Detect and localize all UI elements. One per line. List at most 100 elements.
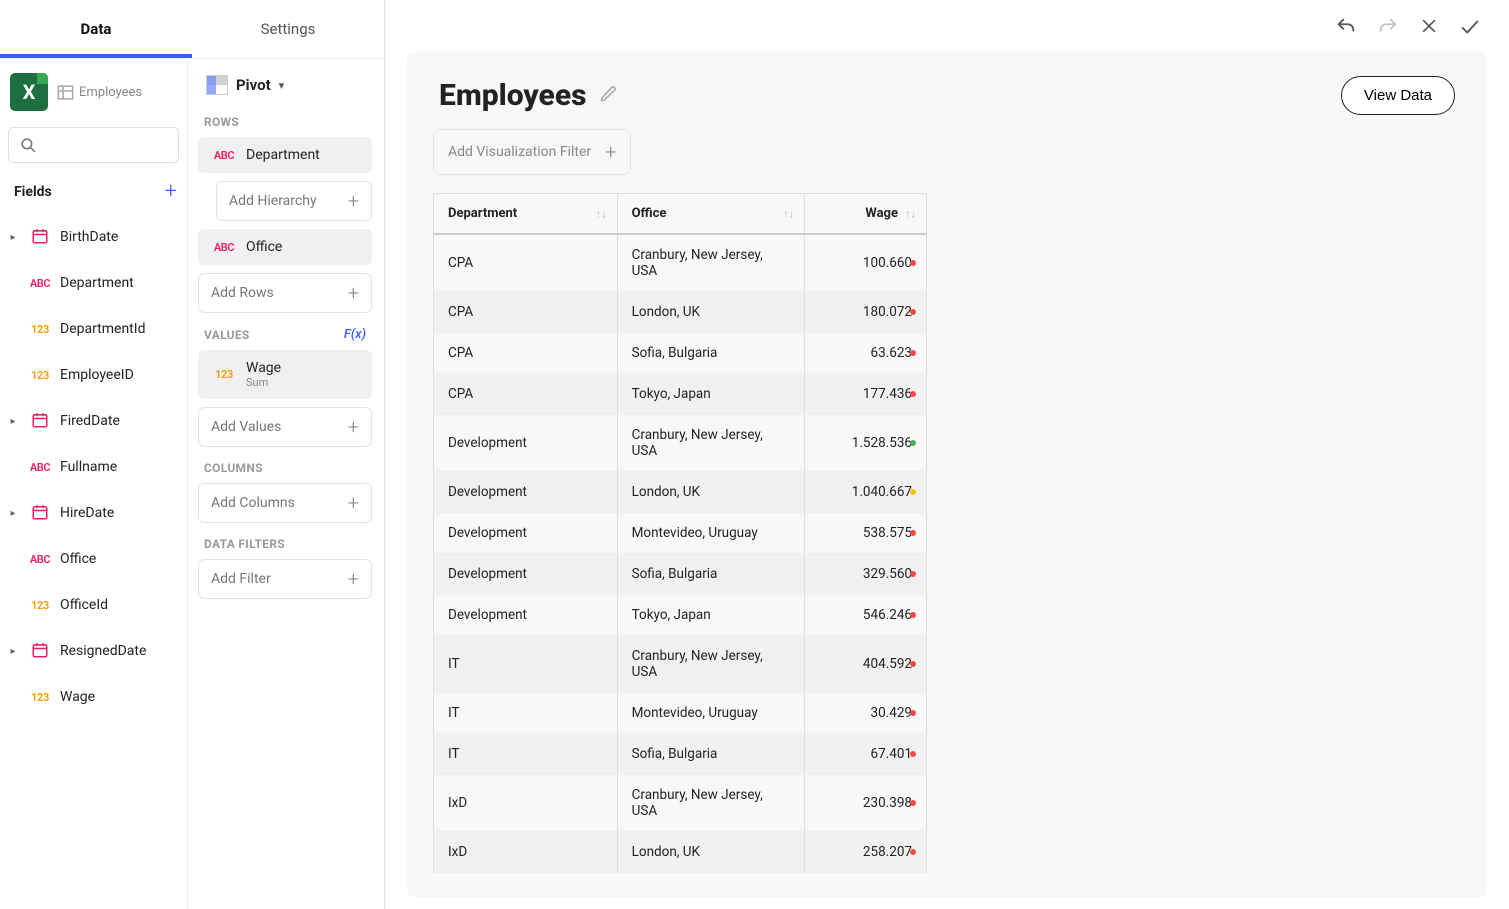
chevron-down-icon: ▾ xyxy=(279,79,285,92)
sort-icon[interactable]: ↑↓ xyxy=(596,207,607,220)
cell-department: Development xyxy=(434,513,618,554)
table-row[interactable]: ITMontevideo, Uruguay30.429 xyxy=(434,693,927,734)
status-dot-icon xyxy=(910,440,916,446)
field-label: EmployeeID xyxy=(60,367,134,383)
table-row[interactable]: ITSofia, Bulgaria67.401 xyxy=(434,734,927,775)
type-123-icon: 123 xyxy=(210,368,238,381)
table-row[interactable]: CPASofia, Bulgaria63.623 xyxy=(434,333,927,374)
cell-office: Sofia, Bulgaria xyxy=(617,554,805,595)
tab-data[interactable]: Data xyxy=(0,0,192,58)
plus-icon: + xyxy=(348,189,359,213)
table-row[interactable]: CPALondon, UK180.072 xyxy=(434,292,927,333)
col-header-wage[interactable]: Wage ↑↓ xyxy=(805,194,927,235)
field-item-officeid[interactable]: 123OfficeId xyxy=(0,582,183,628)
add-viz-filter-button[interactable]: Add Visualization Filter + xyxy=(433,129,631,175)
viz-title: Employees xyxy=(439,78,587,113)
expand-icon[interactable]: ▸ xyxy=(6,232,20,243)
cell-wage: 63.623 xyxy=(805,333,927,374)
add-filter-button[interactable]: Add Filter+ xyxy=(198,559,372,599)
table-row[interactable]: CPACranbury, New Jersey, USA100.660 xyxy=(434,234,927,292)
add-values-button[interactable]: Add Values+ xyxy=(198,407,372,447)
field-item-hiredate[interactable]: ▸HireDate xyxy=(0,490,183,536)
status-dot-icon xyxy=(910,612,916,618)
cell-office: Montevideo, Uruguay xyxy=(617,513,805,554)
field-label: Office xyxy=(60,551,96,567)
table-row[interactable]: DevelopmentTokyo, Japan546.246 xyxy=(434,595,927,636)
cell-department: IT xyxy=(434,636,618,693)
search-input[interactable] xyxy=(8,127,179,163)
add-rows-button[interactable]: Add Rows+ xyxy=(198,273,372,313)
table-row[interactable]: DevelopmentCranbury, New Jersey, USA1.52… xyxy=(434,415,927,472)
cell-office: London, UK xyxy=(617,832,805,873)
sort-icon[interactable]: ↑↓ xyxy=(905,207,916,220)
field-item-employeeid[interactable]: 123EmployeeID xyxy=(0,352,183,398)
expand-icon[interactable]: ▸ xyxy=(6,508,20,519)
field-label: ResignedDate xyxy=(60,643,146,659)
cell-office: Tokyo, Japan xyxy=(617,595,805,636)
field-item-departmentid[interactable]: 123DepartmentId xyxy=(0,306,183,352)
cell-department: Development xyxy=(434,554,618,595)
type-abc-icon: ABC xyxy=(210,149,238,162)
data-filters-section-label: DATA FILTERS xyxy=(204,537,372,551)
cell-department: CPA xyxy=(434,292,618,333)
table-row[interactable]: DevelopmentLondon, UK1.040.667 xyxy=(434,472,927,513)
source-table-name[interactable]: Employees xyxy=(56,83,142,102)
table-row[interactable]: DevelopmentSofia, Bulgaria329.560 xyxy=(434,554,927,595)
expand-icon[interactable]: ▸ xyxy=(6,416,20,427)
cell-wage: 258.207 xyxy=(805,832,927,873)
field-label: OfficeId xyxy=(60,597,108,613)
field-item-resigneddate[interactable]: ▸ ResignedDate xyxy=(0,628,183,674)
field-item-department[interactable]: ABCDepartment xyxy=(0,260,183,306)
table-row[interactable]: IxDLondon, UK258.207 xyxy=(434,832,927,873)
table-row[interactable]: DevelopmentMontevideo, Uruguay538.575 xyxy=(434,513,927,554)
col-header-department[interactable]: Department ↑↓ xyxy=(434,194,618,235)
field-item-fireddate[interactable]: ▸FiredDate xyxy=(0,398,183,444)
cell-department: Development xyxy=(434,472,618,513)
cell-wage: 100.660 xyxy=(805,234,927,292)
table-row[interactable]: IxDCranbury, New Jersey, USA230.398 xyxy=(434,775,927,832)
table-row[interactable]: ITCranbury, New Jersey, USA404.592 xyxy=(434,636,927,693)
visualization-type-selector[interactable]: Pivot ▾ xyxy=(198,69,372,101)
cell-wage: 180.072 xyxy=(805,292,927,333)
row-field-office[interactable]: ABC Office xyxy=(198,229,372,265)
type-abc-icon: ABC xyxy=(26,277,54,290)
row-field-department[interactable]: ABC Department xyxy=(198,137,372,173)
view-data-button[interactable]: View Data xyxy=(1341,76,1455,115)
cell-department: CPA xyxy=(434,234,618,292)
col-header-office[interactable]: Office ↑↓ xyxy=(617,194,805,235)
field-item-wage[interactable]: 123Wage xyxy=(0,674,183,720)
tab-settings[interactable]: Settings xyxy=(192,0,384,58)
edit-title-button[interactable] xyxy=(599,84,618,107)
field-item-birthdate[interactable]: ▸BirthDate xyxy=(0,214,183,260)
plus-icon: + xyxy=(605,140,616,164)
table-row[interactable]: CPATokyo, Japan177.436 xyxy=(434,374,927,415)
sort-icon[interactable]: ↑↓ xyxy=(783,207,794,220)
data-source[interactable]: X Employees xyxy=(0,59,187,123)
cell-wage: 1.040.667 xyxy=(805,472,927,513)
add-hierarchy-button[interactable]: Add Hierarchy+ xyxy=(216,181,372,221)
columns-section-label: COLUMNS xyxy=(204,461,372,475)
cell-wage: 538.575 xyxy=(805,513,927,554)
status-dot-icon xyxy=(910,350,916,356)
cell-department: IT xyxy=(434,734,618,775)
cell-department: IT xyxy=(434,693,618,734)
add-columns-button[interactable]: Add Columns+ xyxy=(198,483,372,523)
expand-icon[interactable]: ▸ xyxy=(6,646,20,657)
cell-office: Tokyo, Japan xyxy=(617,374,805,415)
type-abc-icon: ABC xyxy=(210,241,238,254)
close-button[interactable] xyxy=(1419,16,1439,42)
plus-icon: + xyxy=(348,415,359,439)
status-dot-icon xyxy=(910,751,916,757)
field-item-office[interactable]: ABCOffice xyxy=(0,536,183,582)
cell-department: Development xyxy=(434,595,618,636)
cell-office: London, UK xyxy=(617,292,805,333)
redo-button[interactable] xyxy=(1377,16,1399,42)
value-field-wage[interactable]: 123 Wage Sum xyxy=(198,350,372,399)
undo-button[interactable] xyxy=(1335,16,1357,42)
add-field-button[interactable]: + xyxy=(165,179,177,204)
field-item-fullname[interactable]: ABCFullname xyxy=(0,444,183,490)
fx-button[interactable]: F(x) xyxy=(344,327,366,342)
cell-department: Development xyxy=(434,415,618,472)
confirm-button[interactable] xyxy=(1459,16,1481,42)
field-label: Wage xyxy=(60,689,95,705)
